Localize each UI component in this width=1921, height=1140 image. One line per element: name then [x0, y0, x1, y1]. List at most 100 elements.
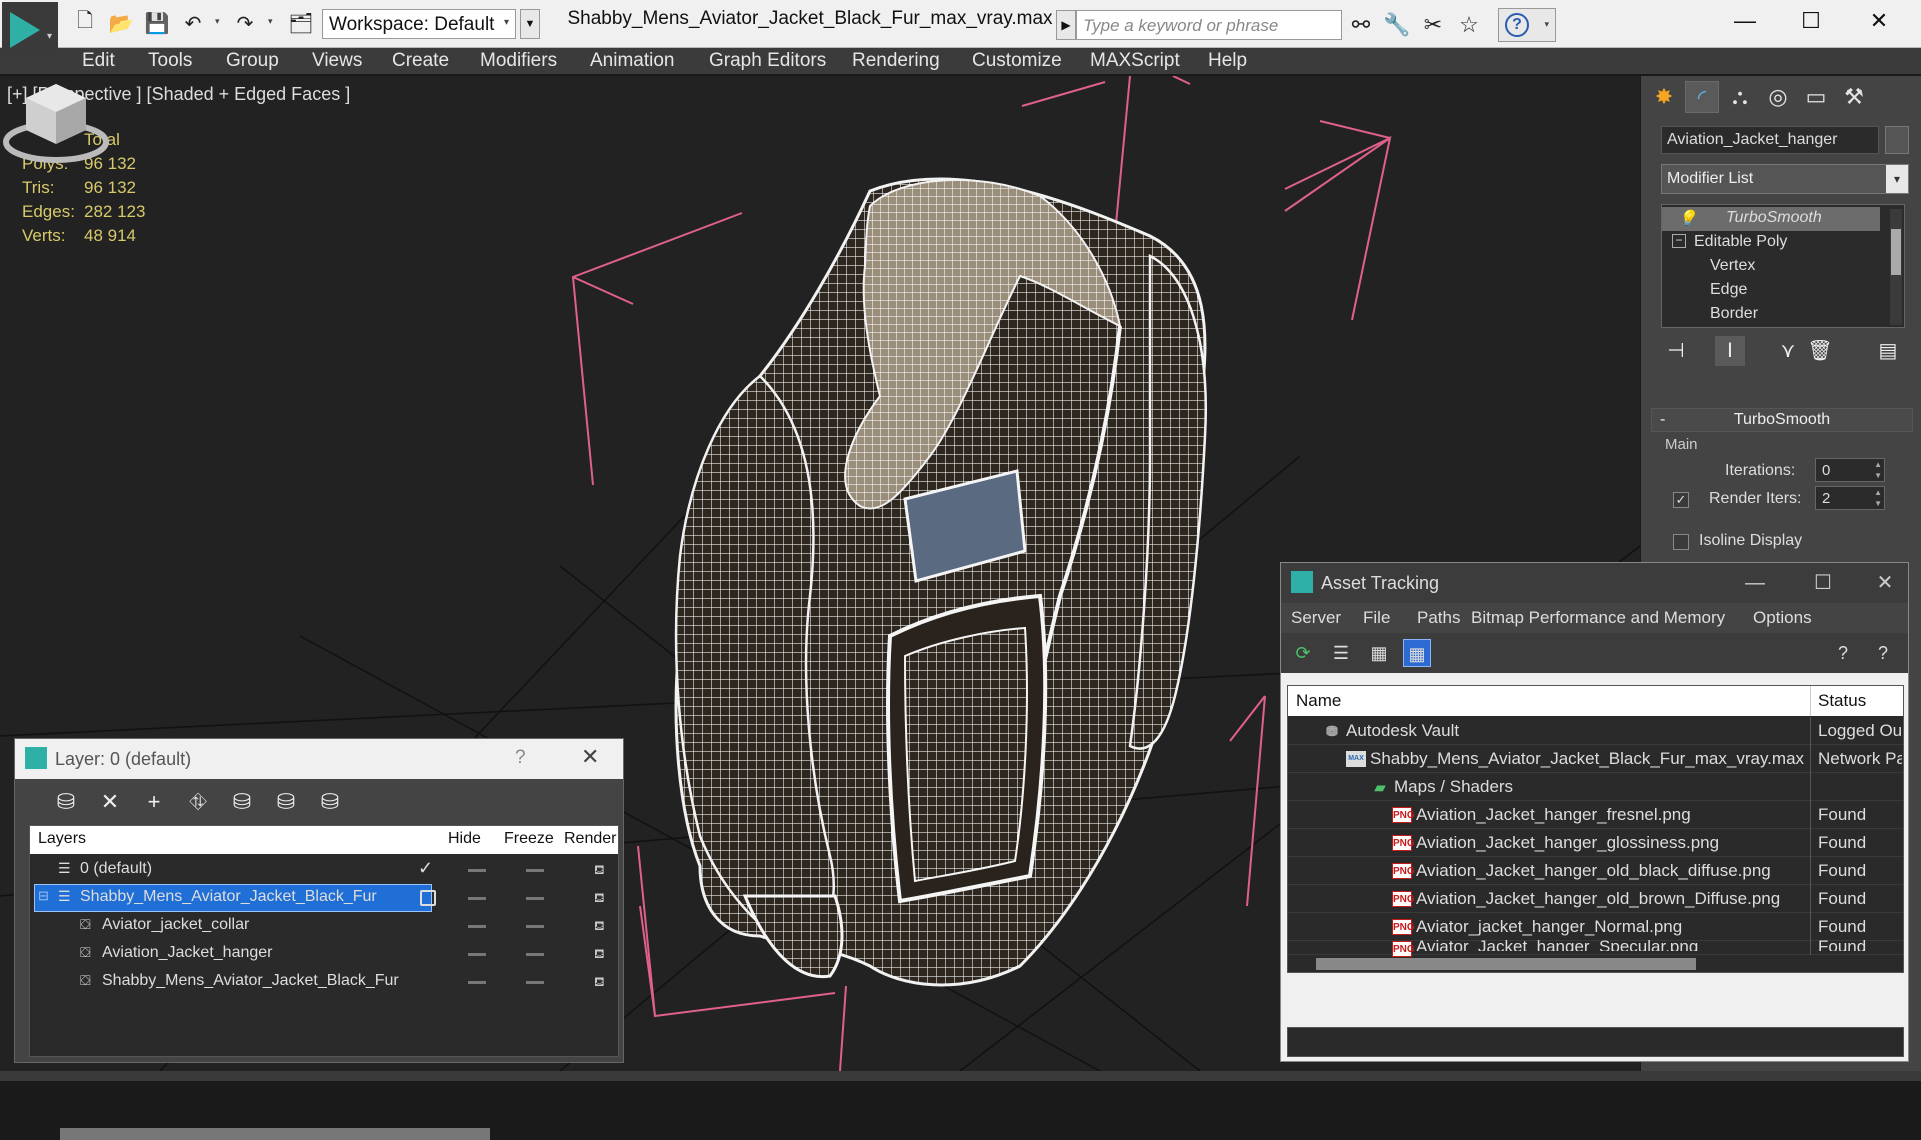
table-row[interactable]: ⊟ ☰ Shabby_Mens_Aviator_Jacket_Black_Fur…	[30, 884, 618, 912]
redo-icon[interactable]: ↷	[232, 10, 258, 36]
column-render[interactable]: Render	[564, 830, 616, 848]
close-button[interactable]: ✕	[1865, 567, 1905, 599]
stack-item-turbosmooth[interactable]: 💡 TurboSmooth	[1662, 207, 1880, 231]
table-row[interactable]: ☰ 0 (default) ✓ ⛾	[30, 856, 618, 884]
set-active-layer-icon[interactable]	[420, 890, 436, 906]
stack-item-editable-poly[interactable]: − Editable Poly	[1662, 231, 1880, 255]
object-name-field[interactable]: Aviation_Jacket_hanger	[1661, 126, 1879, 154]
refresh-icon[interactable]: ⟳	[1289, 639, 1317, 667]
table-row[interactable]: ⛋ Aviation_Jacket_hanger ⛾	[30, 940, 618, 968]
menu-views[interactable]: Views	[312, 50, 362, 72]
menu-options[interactable]: Options	[1753, 608, 1812, 628]
freeze-toggle[interactable]	[526, 869, 544, 872]
help-dropdown[interactable]: ? ▾	[1498, 8, 1556, 42]
render-teapot-icon[interactable]: ⛾	[594, 918, 610, 933]
minimize-button[interactable]: —	[1720, 4, 1770, 38]
freeze-toggle[interactable]	[526, 897, 544, 900]
render-teapot-icon[interactable]: ⛾	[594, 946, 610, 961]
pin-stack-icon[interactable]: ⊣	[1661, 336, 1691, 366]
freeze-toggle[interactable]	[526, 981, 544, 984]
menu-bitmap-performance[interactable]: Bitmap Performance and Memory	[1471, 608, 1725, 628]
thumbnail-view-icon[interactable]: ▦	[1365, 639, 1393, 667]
rollout-header[interactable]: - TurboSmooth	[1651, 408, 1913, 432]
redo-dropdown-icon[interactable]: ▾	[268, 16, 273, 27]
freeze-toggle[interactable]	[526, 925, 544, 928]
workspace-dropdown[interactable]: Workspace: Default ▾	[322, 9, 516, 39]
hide-toggle[interactable]	[468, 925, 486, 928]
save-file-icon[interactable]: 💾	[144, 10, 170, 36]
star-icon[interactable]: ☆	[1454, 10, 1484, 40]
stack-scrollbar[interactable]	[1890, 209, 1902, 325]
spinner-arrows-icon[interactable]: ▲ ▼	[1874, 487, 1882, 509]
undo-icon[interactable]: ↶	[180, 10, 206, 36]
add-layer-icon[interactable]: +	[137, 785, 171, 819]
app-menu-button[interactable]: ▾	[2, 2, 58, 58]
delete-layer-icon[interactable]: ✕	[93, 785, 127, 819]
stack-item-border[interactable]: Border	[1662, 303, 1880, 327]
menu-help[interactable]: Help	[1208, 50, 1247, 72]
menu-server[interactable]: Server	[1291, 608, 1341, 628]
menu-customize[interactable]: Customize	[972, 50, 1062, 72]
workspace-more-button[interactable]: ▼	[520, 9, 540, 39]
table-row[interactable]: PNG Aviation_Jacket_hanger_old_brown_Dif…	[1288, 885, 1903, 913]
minimize-button[interactable]: —	[1735, 567, 1775, 599]
search-expand-button[interactable]: ▶	[1056, 10, 1076, 40]
isoline-display-checkbox[interactable]	[1673, 534, 1689, 550]
display-tab-icon[interactable]: ▭	[1799, 81, 1833, 113]
lightbulb-icon[interactable]: 💡	[1678, 209, 1697, 227]
menu-file[interactable]: File	[1363, 608, 1390, 628]
undo-dropdown-icon[interactable]: ▾	[215, 16, 220, 27]
hide-toggle[interactable]	[468, 981, 486, 984]
stack-item-edge[interactable]: Edge	[1662, 279, 1880, 303]
column-hide[interactable]: Hide	[448, 830, 481, 848]
table-row[interactable]: PNG Aviation_Jacket_hanger_old_black_dif…	[1288, 857, 1903, 885]
wrench-icon[interactable]: 🔧	[1382, 10, 1412, 40]
freeze-toggle[interactable]	[526, 953, 544, 956]
layer-window-titlebar[interactable]: Layer: 0 (default) ? ✕	[15, 739, 623, 779]
column-name[interactable]: Name	[1296, 691, 1341, 711]
context-help-icon[interactable]: ?	[1869, 639, 1897, 667]
utilities-tab-icon[interactable]: ⚒	[1837, 81, 1871, 113]
close-icon[interactable]: ✕	[581, 744, 599, 770]
close-button[interactable]: ✕	[1854, 4, 1904, 38]
modifier-list-dropdown[interactable]: Modifier List ▾	[1661, 164, 1909, 194]
stack-item-vertex[interactable]: Vertex	[1662, 255, 1880, 279]
tools-icon[interactable]: ✂	[1418, 10, 1448, 40]
list-view-icon[interactable]: ☰	[1327, 639, 1355, 667]
render-iters-spinner[interactable]: 2 ▲ ▼	[1815, 486, 1885, 510]
menu-tools[interactable]: Tools	[148, 50, 192, 72]
hide-toggle[interactable]	[468, 953, 486, 956]
table-row[interactable]: PNG Aviation_Jacket_hanger_fresnel.png F…	[1288, 801, 1903, 829]
hide-toggle[interactable]	[468, 869, 486, 872]
horizontal-scrollbar[interactable]	[1316, 958, 1696, 970]
table-row[interactable]: MAX Shabby_Mens_Aviator_Jacket_Black_Fur…	[1288, 745, 1903, 773]
maximize-button[interactable]: ☐	[1803, 567, 1843, 599]
hide-all-layers-icon[interactable]: ⛁	[313, 785, 347, 819]
menu-create[interactable]: Create	[392, 50, 449, 72]
maximize-button[interactable]: ☐	[1786, 4, 1836, 38]
column-layers[interactable]: Layers	[38, 830, 86, 848]
select-objects-icon[interactable]: ⛁	[225, 785, 259, 819]
column-freeze[interactable]: Freeze	[504, 830, 554, 848]
menu-modifiers[interactable]: Modifiers	[480, 50, 557, 72]
table-view-icon[interactable]: ▦	[1403, 639, 1431, 667]
horizontal-scrollbar[interactable]	[60, 1128, 490, 1140]
new-file-icon[interactable]: 🗋	[72, 10, 98, 36]
menu-animation[interactable]: Animation	[590, 50, 675, 72]
render-teapot-icon[interactable]: ⛾	[594, 862, 610, 877]
menu-rendering[interactable]: Rendering	[852, 50, 940, 72]
menu-group[interactable]: Group	[226, 50, 279, 72]
table-row[interactable]: ⛋ Shabby_Mens_Aviator_Jacket_Black_Fur ⛾	[30, 968, 618, 996]
remove-modifier-icon[interactable]: 🗑	[1805, 336, 1835, 366]
layers-icon[interactable]: ⛁	[49, 785, 83, 819]
help-icon[interactable]: ?	[1829, 639, 1857, 667]
menu-edit[interactable]: Edit	[82, 50, 115, 72]
menu-graph-editors[interactable]: Graph Editors	[709, 50, 826, 72]
table-row[interactable]: PNG Aviator_Jacket_hanger_Specular.png F…	[1288, 937, 1903, 957]
modify-tab-icon[interactable]: ◜	[1685, 81, 1719, 113]
motion-tab-icon[interactable]: ◎	[1761, 81, 1795, 113]
viewcube-icon[interactable]	[0, 76, 116, 176]
project-folder-icon[interactable]: 🗂	[288, 10, 314, 36]
iterations-spinner[interactable]: 0 ▲ ▼	[1815, 458, 1885, 482]
active-layer-check-icon[interactable]: ✓	[418, 858, 433, 879]
